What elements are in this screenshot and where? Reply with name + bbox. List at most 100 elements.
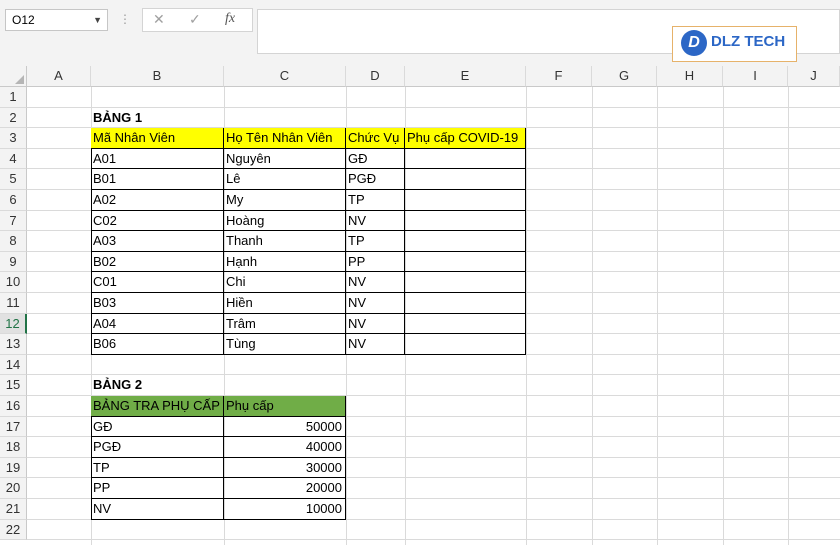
table1-cell[interactable]: PGĐ [346,169,405,190]
table1-cell[interactable]: NV [346,272,405,293]
table1-cell[interactable]: Hạnh [224,251,346,273]
table1-header-cell[interactable]: Mã Nhân Viên [91,128,224,149]
table1-cell[interactable]: Lê [224,169,346,190]
column-header-c[interactable]: C [224,66,346,87]
row-header-21[interactable]: 21 [0,499,27,520]
table1-cell[interactable]: TP [346,190,405,211]
table1-cell[interactable] [405,169,526,190]
row-header-10[interactable]: 10 [0,272,27,293]
row-header-1[interactable]: 1 [0,87,27,108]
row-header-12[interactable]: 12 [0,313,27,335]
table1-cell[interactable]: NV [346,313,405,335]
table1-cell[interactable]: B01 [91,169,224,190]
table1-cell[interactable]: My [224,190,346,211]
table2-position-cell[interactable]: PP [91,478,224,499]
table2-allowance-cell[interactable]: 40000 [224,437,346,458]
row-header-7[interactable]: 7 [0,210,27,232]
table2-header-cell[interactable]: Phụ cấp [224,396,346,417]
table1-header-cell[interactable]: Chức Vụ [346,128,405,149]
column-header-i[interactable]: I [723,66,788,87]
table1-cell[interactable]: A03 [91,231,224,252]
row-header-9[interactable]: 9 [0,251,27,273]
row-header-17[interactable]: 17 [0,416,27,438]
insert-function-icon[interactable]: fx [225,11,235,27]
table1-cell[interactable]: C01 [91,272,224,293]
table1-cell[interactable]: PP [346,251,405,273]
table2-position-cell[interactable]: NV [91,499,224,520]
table1-cell[interactable] [405,272,526,293]
table2-title[interactable]: BẢNG 2 [91,375,224,396]
column-header-e[interactable]: E [405,66,526,87]
table1-cell[interactable] [405,251,526,273]
enter-icon[interactable]: ✓ [189,11,201,28]
row-header-19[interactable]: 19 [0,457,27,479]
table1-cell[interactable]: Hoàng [224,210,346,232]
table1-cell[interactable]: B06 [91,334,224,355]
table1-cell[interactable]: TP [346,231,405,252]
row-header-4[interactable]: 4 [0,148,27,170]
row-header-13[interactable]: 13 [0,334,27,355]
table2-allowance-cell[interactable]: 20000 [224,478,346,499]
table1-cell[interactable]: Nguyên [224,148,346,170]
table1-cell[interactable]: Chi [224,272,346,293]
table1-cell[interactable] [405,210,526,232]
row-header-3[interactable]: 3 [0,128,27,149]
table1-cell[interactable] [405,313,526,335]
row-header-16[interactable]: 16 [0,396,27,417]
table1-cell[interactable]: NV [346,334,405,355]
column-header-a[interactable]: A [27,66,91,87]
table1-cell[interactable]: NV [346,210,405,232]
formula-buttons: ✕ ✓ fx [142,8,253,32]
table1-cell[interactable]: A02 [91,190,224,211]
table1-cell[interactable]: Hiền [224,293,346,314]
table1-cell[interactable] [405,334,526,355]
table2-position-cell[interactable]: PGĐ [91,437,224,458]
column-header-h[interactable]: H [657,66,723,87]
row-header-18[interactable]: 18 [0,437,27,458]
chevron-down-icon[interactable]: ▼ [93,10,102,30]
table2-position-cell[interactable]: TP [91,457,224,479]
gridline-vertical [592,87,593,545]
table1-cell[interactable]: B03 [91,293,224,314]
row-header-11[interactable]: 11 [0,293,27,314]
row-header-2[interactable]: 2 [0,107,27,129]
row-header-5[interactable]: 5 [0,169,27,190]
column-header-f[interactable]: F [526,66,592,87]
table1-cell[interactable] [405,293,526,314]
logo-mark-icon: D [681,30,707,56]
table1-cell[interactable]: NV [346,293,405,314]
table1-title[interactable]: BẢNG 1 [91,108,224,129]
column-header-b[interactable]: B [91,66,224,87]
row-header-6[interactable]: 6 [0,190,27,211]
row-header-14[interactable]: 14 [0,354,27,376]
cancel-icon[interactable]: ✕ [153,11,165,28]
table1-cell[interactable]: Tùng [224,334,346,355]
table1-cell[interactable]: B02 [91,251,224,273]
table1-cell[interactable] [405,148,526,170]
table1-cell[interactable]: A01 [91,148,224,170]
table1-cell[interactable] [405,231,526,252]
row-header-22[interactable]: 22 [0,519,27,541]
row-header-8[interactable]: 8 [0,231,27,252]
drag-handle-icon[interactable]: ⋮ [119,12,131,26]
name-box[interactable]: O12 ▼ [5,9,108,31]
table2-position-cell[interactable]: GĐ [91,416,224,438]
select-all-corner[interactable] [0,66,27,87]
table2-allowance-cell[interactable]: 50000 [224,416,346,438]
table2-allowance-cell[interactable]: 10000 [224,499,346,520]
column-header-d[interactable]: D [346,66,405,87]
row-header-15[interactable]: 15 [0,375,27,396]
row-header-20[interactable]: 20 [0,478,27,499]
table1-cell[interactable]: Thanh [224,231,346,252]
table1-header-cell[interactable]: Phụ cấp COVID-19 [405,128,526,149]
table1-header-cell[interactable]: Họ Tên Nhân Viên [224,128,346,149]
table2-header-cell[interactable]: BẢNG TRA PHỤ CẤP [91,396,224,417]
column-header-j[interactable]: J [788,66,840,87]
table1-cell[interactable]: C02 [91,210,224,232]
table1-cell[interactable]: Trâm [224,313,346,335]
column-header-g[interactable]: G [592,66,657,87]
table2-allowance-cell[interactable]: 30000 [224,457,346,479]
table1-cell[interactable]: A04 [91,313,224,335]
table1-cell[interactable]: GĐ [346,148,405,170]
table1-cell[interactable] [405,190,526,211]
